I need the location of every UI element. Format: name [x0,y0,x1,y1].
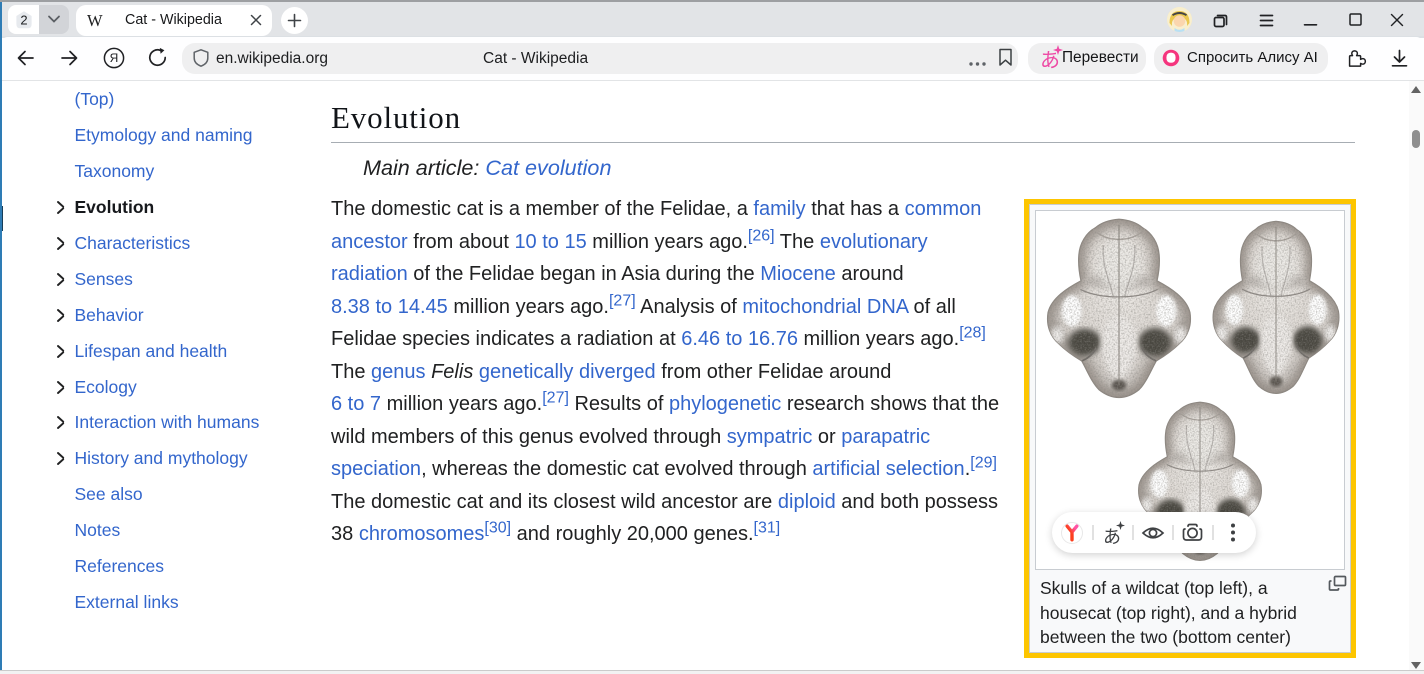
svg-text:2: 2 [20,13,27,28]
svg-text:Я: Я [110,51,119,65]
